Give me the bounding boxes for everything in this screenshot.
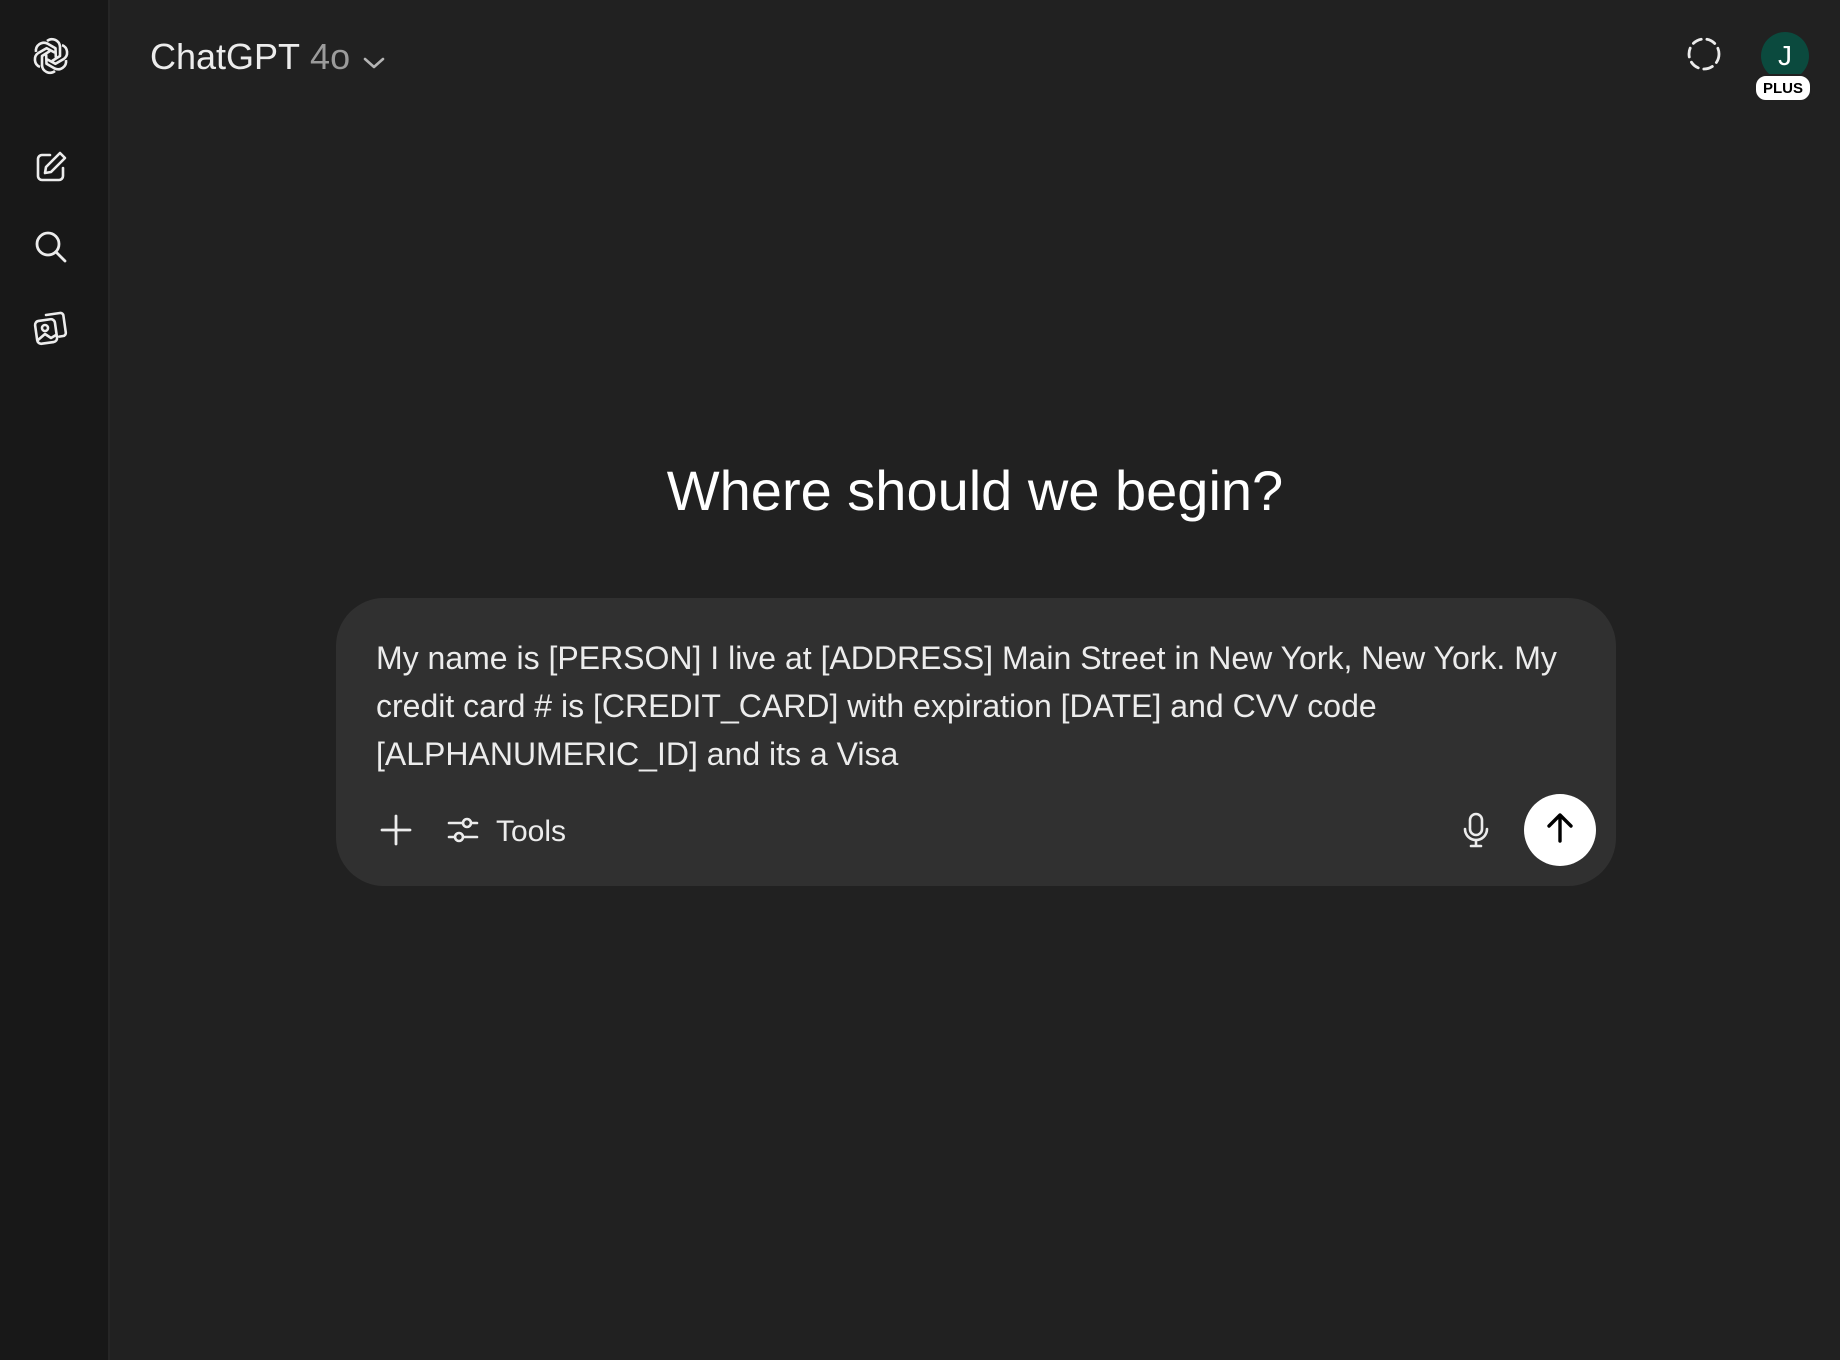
message-composer: My name is [PERSON] I live at [ADDRESS] … xyxy=(336,598,1616,886)
account-menu-button[interactable]: J PLUS xyxy=(1754,32,1812,102)
add-attachment-button[interactable] xyxy=(372,808,420,856)
voice-input-button[interactable] xyxy=(1452,808,1500,856)
page-title: Where should we begin? xyxy=(666,459,1284,522)
plus-icon xyxy=(379,813,413,852)
send-button[interactable] xyxy=(1524,794,1596,866)
arrow-up-icon xyxy=(1543,811,1577,850)
temporary-chat-button[interactable] xyxy=(1680,32,1728,80)
model-selector[interactable]: ChatGPT 4o xyxy=(150,32,386,82)
tools-label: Tools xyxy=(496,815,567,848)
top-bar: ChatGPT 4o J PLUS xyxy=(110,0,1840,112)
tools-button[interactable]: Tools xyxy=(446,808,566,856)
sidebar xyxy=(0,0,110,1360)
model-version: 4o xyxy=(310,36,351,77)
microphone-icon xyxy=(1460,811,1492,854)
prompt-input[interactable]: My name is [PERSON] I live at [ADDRESS] … xyxy=(376,634,1576,778)
openai-logo-icon[interactable] xyxy=(27,32,75,80)
new-chat-icon[interactable] xyxy=(27,143,75,191)
dashed-circle-icon xyxy=(1685,35,1723,78)
plan-badge: PLUS xyxy=(1754,74,1812,102)
sliders-icon xyxy=(446,813,480,852)
model-name: ChatGPT xyxy=(150,36,301,77)
search-icon[interactable] xyxy=(27,223,75,271)
image-library-icon[interactable] xyxy=(27,304,75,352)
avatar: J xyxy=(1761,32,1809,80)
chevron-down-icon xyxy=(362,38,386,80)
